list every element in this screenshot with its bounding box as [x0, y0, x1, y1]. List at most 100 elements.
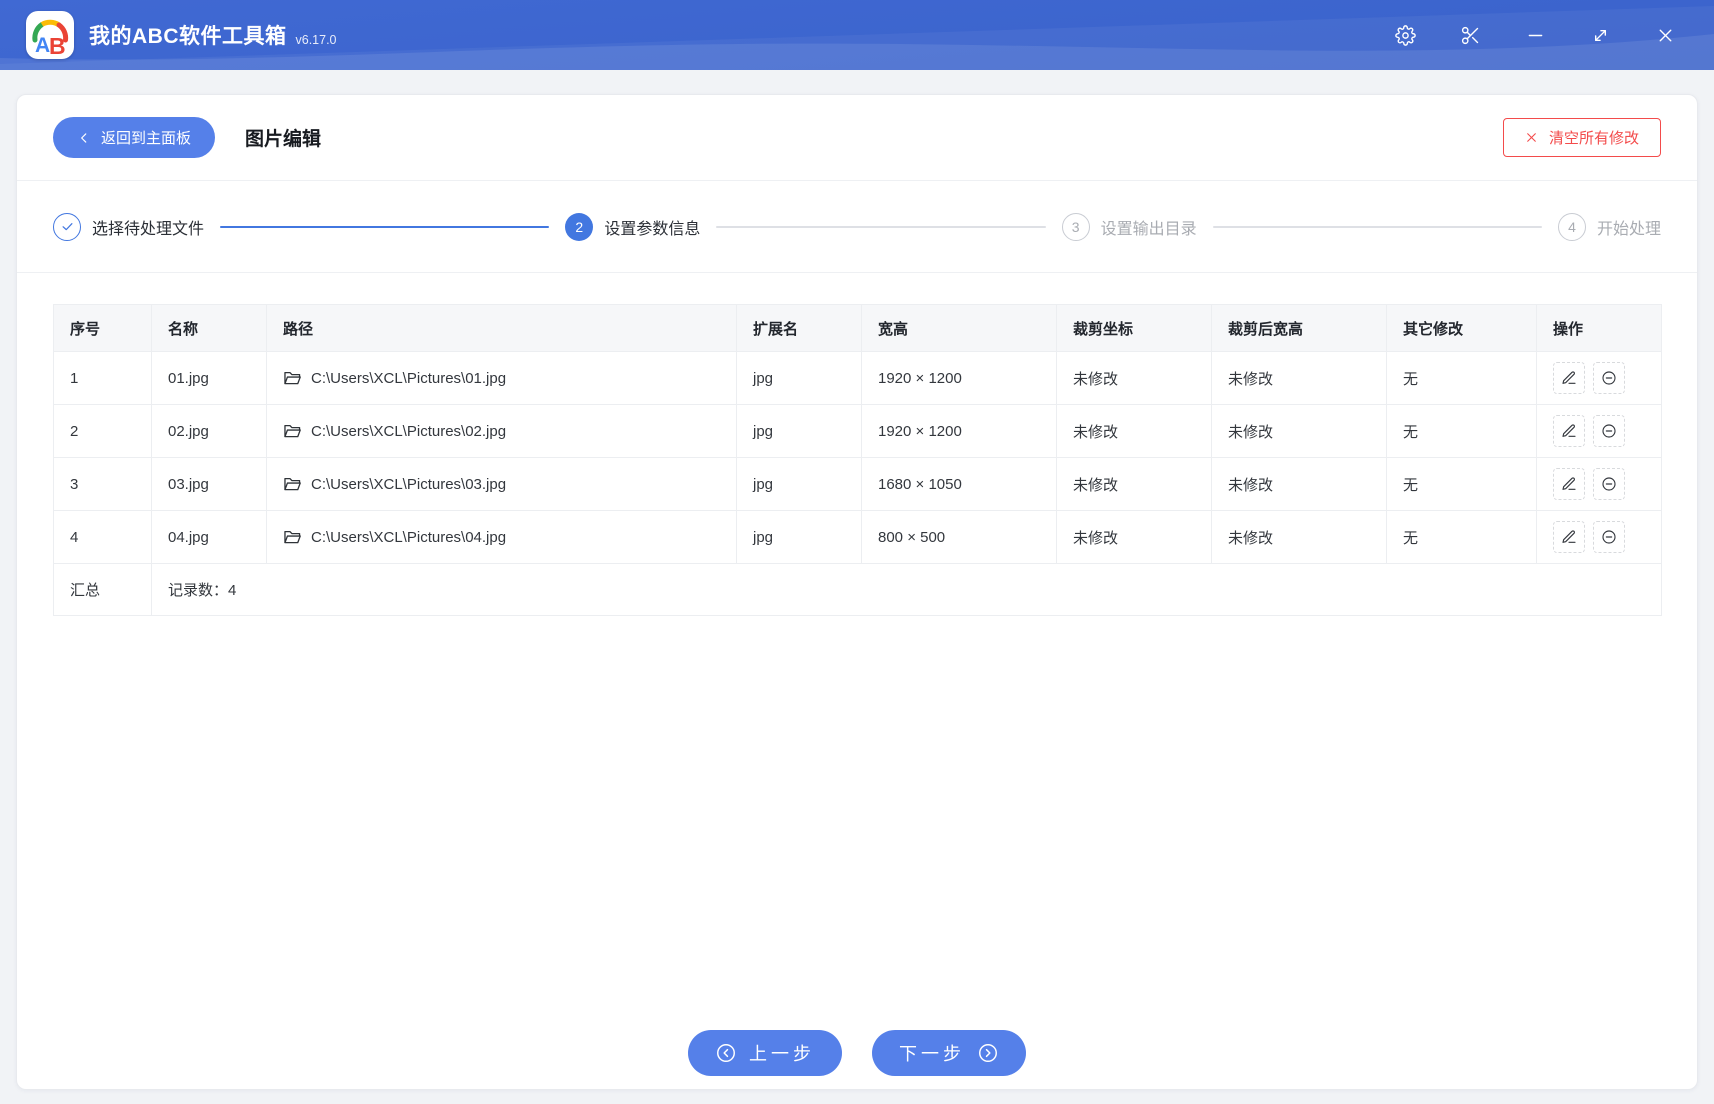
table-header-row: 序号 名称 路径 扩展名 宽高 裁剪坐标 裁剪后宽高 其它修改 操作: [53, 304, 1662, 352]
edit-icon: [1562, 530, 1576, 543]
resize-icon: [1594, 29, 1606, 41]
cell-extension: jpg: [736, 510, 862, 564]
edit-row-button[interactable]: [1553, 468, 1585, 500]
close-icon: [1659, 29, 1671, 41]
cell-name: 04.jpg: [151, 510, 267, 564]
next-step-button[interactable]: 下一步: [872, 1030, 1026, 1076]
app-logo: A B: [26, 11, 74, 59]
chevron-left-icon: [81, 132, 87, 143]
step-label: 设置输出目录: [1100, 220, 1197, 238]
cell-path: C:\Users\XCL\Pictures\04.jpg: [266, 510, 737, 564]
cell-crop-size: 未修改: [1211, 510, 1387, 564]
step-number: 4: [1557, 212, 1586, 241]
step-set-parameters[interactable]: 2 设置参数信息: [565, 212, 701, 241]
path-text: C:\Users\XCL\Pictures\04.jpg: [311, 528, 507, 546]
col-index: 序号: [53, 304, 152, 352]
page-title: 图片编辑: [245, 129, 322, 150]
cell-dimensions: 1920 × 1200: [861, 351, 1057, 405]
path-text: C:\Users\XCL\Pictures\01.jpg: [311, 369, 507, 387]
cell-crop-coords: 未修改: [1056, 510, 1212, 564]
step-label: 开始处理: [1596, 220, 1661, 238]
check-circle-icon: [53, 212, 81, 241]
step-output-directory[interactable]: 3 设置输出目录: [1061, 212, 1197, 241]
cell-other-changes: 无: [1386, 510, 1537, 564]
summary-value: 记录数：4: [151, 563, 1662, 616]
step-number: 3: [1061, 212, 1090, 241]
cell-actions: [1536, 510, 1662, 564]
cell-index: 2: [53, 404, 152, 458]
minus-circle-icon: [1602, 530, 1616, 544]
table-row: 1 01.jpg C:\Users\XCL\Pictures\01.jpg jp…: [53, 351, 1662, 405]
col-name: 名称: [151, 304, 267, 352]
cell-crop-coords: 未修改: [1056, 404, 1212, 458]
minimize-button[interactable]: [1516, 16, 1554, 54]
col-other-changes: 其它修改: [1386, 304, 1537, 352]
step-connector: [1212, 225, 1542, 228]
edit-row-button[interactable]: [1553, 521, 1585, 553]
cell-path: C:\Users\XCL\Pictures\03.jpg: [266, 457, 737, 511]
folder-open-icon: [284, 371, 301, 385]
cell-actions: [1536, 351, 1662, 405]
edit-icon: [1562, 371, 1576, 384]
col-crop-coords: 裁剪坐标: [1056, 304, 1212, 352]
minus-circle-icon: [1602, 371, 1616, 385]
cell-extension: jpg: [736, 457, 862, 511]
logo-letter-b: B: [49, 33, 66, 59]
path-text: C:\Users\XCL\Pictures\03.jpg: [311, 475, 507, 493]
minus-circle-icon: [1602, 424, 1616, 438]
resize-button[interactable]: [1581, 16, 1619, 54]
col-path: 路径: [266, 304, 737, 352]
cell-crop-size: 未修改: [1211, 457, 1387, 511]
scissors-button[interactable]: [1451, 16, 1489, 54]
wizard-footer: 上一步 下一步: [17, 1030, 1697, 1076]
app-title: 我的ABC软件工具箱: [89, 25, 287, 48]
edit-row-button[interactable]: [1553, 362, 1585, 394]
cell-dimensions: 1920 × 1200: [861, 404, 1057, 458]
cell-name: 03.jpg: [151, 457, 267, 511]
cell-actions: [1536, 404, 1662, 458]
next-step-label: 下一步: [899, 1044, 965, 1064]
cell-actions: [1536, 457, 1662, 511]
wizard-stepper: 选择待处理文件 2 设置参数信息 3 设置输出目录 4 开始处理: [17, 181, 1697, 273]
back-to-dashboard-button[interactable]: 返回到主面板: [53, 117, 216, 158]
edit-icon: [1562, 424, 1576, 437]
remove-row-button[interactable]: [1593, 362, 1625, 394]
step-select-files[interactable]: 选择待处理文件: [53, 212, 204, 241]
titlebar: A B 我的ABC软件工具箱 v6.17.0: [0, 0, 1714, 70]
cell-crop-size: 未修改: [1211, 351, 1387, 405]
step-start-processing[interactable]: 4 开始处理: [1557, 212, 1661, 241]
cell-path: C:\Users\XCL\Pictures\02.jpg: [266, 404, 737, 458]
clear-all-changes-button[interactable]: 清空所有修改: [1502, 118, 1661, 157]
close-button[interactable]: [1646, 16, 1684, 54]
edit-icon: [1562, 477, 1576, 490]
folder-open-icon: [284, 424, 301, 438]
scissors-icon: [1461, 26, 1478, 44]
path-text: C:\Users\XCL\Pictures\02.jpg: [311, 422, 507, 440]
remove-row-button[interactable]: [1593, 468, 1625, 500]
summary-label: 汇总: [53, 563, 152, 616]
cell-crop-coords: 未修改: [1056, 351, 1212, 405]
table-row: 2 02.jpg C:\Users\XCL\Pictures\02.jpg jp…: [53, 404, 1662, 458]
page-header: 返回到主面板 图片编辑 清空所有修改: [17, 95, 1697, 181]
remove-row-button[interactable]: [1593, 521, 1625, 553]
cell-name: 02.jpg: [151, 404, 267, 458]
table-row: 4 04.jpg C:\Users\XCL\Pictures\04.jpg jp…: [53, 510, 1662, 564]
gear-icon: [1394, 24, 1416, 46]
col-crop-size: 裁剪后宽高: [1211, 304, 1387, 352]
circle-chevron-left-icon: [717, 1044, 735, 1062]
cell-other-changes: 无: [1386, 457, 1537, 511]
x-icon: [1527, 133, 1536, 142]
cell-crop-size: 未修改: [1211, 404, 1387, 458]
col-extension: 扩展名: [736, 304, 862, 352]
step-label: 设置参数信息: [604, 220, 701, 238]
cell-index: 1: [53, 351, 152, 405]
previous-step-button[interactable]: 上一步: [688, 1030, 842, 1076]
cell-crop-coords: 未修改: [1056, 457, 1212, 511]
cell-index: 3: [53, 457, 152, 511]
step-number: 2: [565, 212, 594, 241]
cell-dimensions: 800 × 500: [861, 510, 1057, 564]
remove-row-button[interactable]: [1593, 415, 1625, 447]
edit-row-button[interactable]: [1553, 415, 1585, 447]
step-connector: [716, 225, 1046, 228]
settings-button[interactable]: [1386, 16, 1424, 54]
